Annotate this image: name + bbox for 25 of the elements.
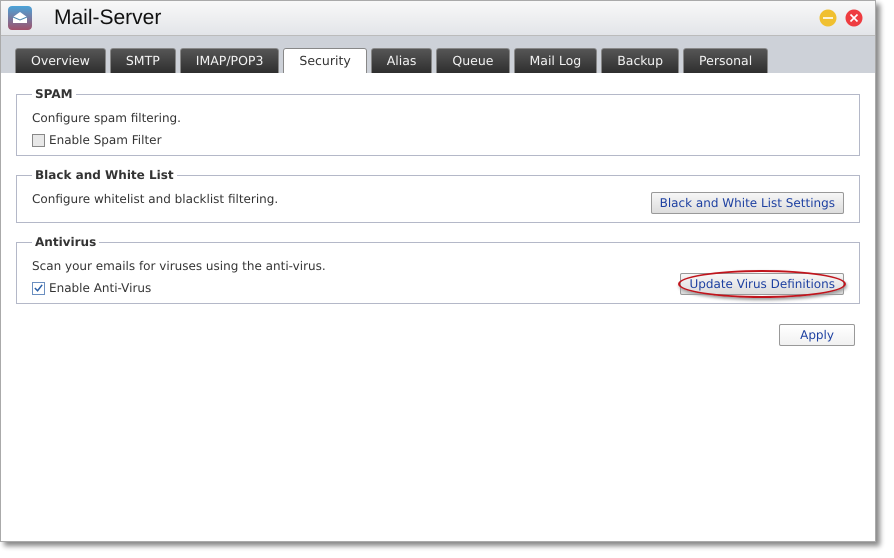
apply-button[interactable]: Apply [779, 324, 855, 346]
section-title: Black and White List [34, 168, 175, 182]
checkbox[interactable] [32, 134, 45, 146]
tab[interactable]: Queue [436, 48, 510, 73]
section-title: SPAM [34, 87, 74, 101]
settings-button[interactable]: Black and White List Settings [650, 192, 844, 214]
tab[interactable]: Mail Log [514, 48, 598, 73]
checkbox-label[interactable]: Enable Spam Filter [49, 133, 162, 147]
checkbox[interactable] [32, 282, 45, 294]
window-title: Mail-Server [54, 6, 162, 30]
checkbox-label[interactable]: Enable Anti-Virus [49, 281, 152, 295]
section-description: Configure spam filtering. [32, 111, 181, 125]
section-description: Configure whitelist and blacklist filtering. [32, 192, 278, 206]
tab[interactable]: Overview [15, 48, 106, 73]
tab[interactable]: IMAP/POP3 [180, 48, 280, 73]
tab[interactable]: SMTP [110, 48, 176, 73]
settings-button[interactable]: Update Virus Definitions [680, 273, 844, 295]
section-title: Antivirus [34, 235, 98, 249]
tab[interactable]: Personal [683, 48, 768, 73]
close-button[interactable] [845, 9, 863, 27]
tab[interactable]: Alias [370, 48, 432, 73]
section-description: Scan your emails for viruses using the anti-virus. [32, 259, 326, 273]
tab[interactable]: Security [283, 48, 367, 73]
tab[interactable]: Backup [601, 48, 680, 73]
mail-tray-icon [8, 6, 32, 30]
